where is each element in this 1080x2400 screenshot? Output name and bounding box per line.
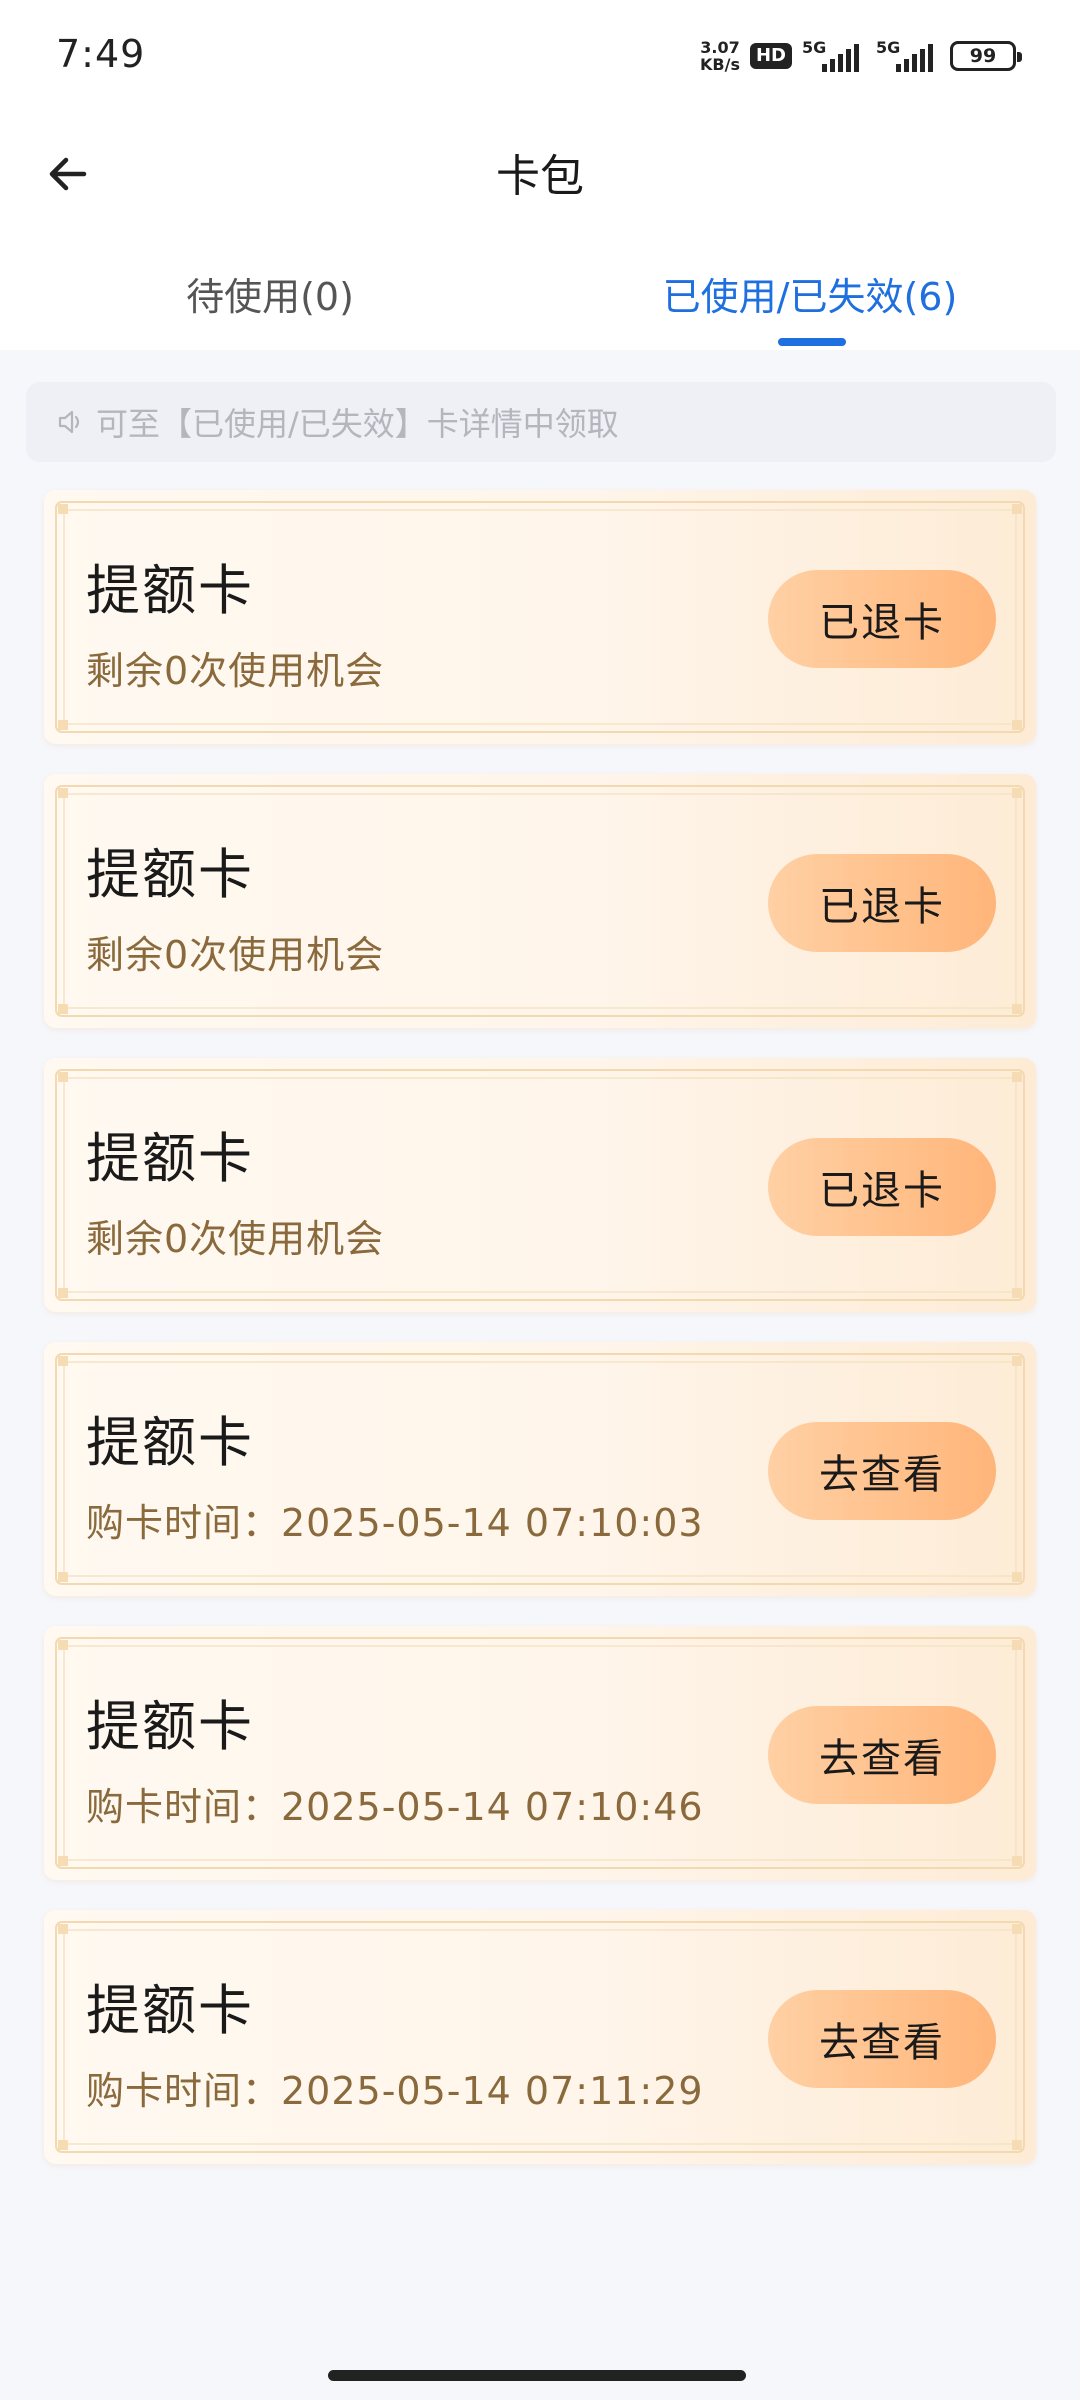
card-subtitle: 剩余0次使用机会	[86, 1217, 385, 1261]
card-item[interactable]: 提额卡 剩余0次使用机会 已退卡	[44, 490, 1036, 744]
tab-bar: 待使用(0) 已使用/已失效(6)	[0, 230, 1080, 350]
status-bar: 7:49 3.07 KB/s HD 5G 5G 99	[0, 0, 1080, 120]
view-button[interactable]: 去查看	[768, 1422, 996, 1520]
speaker-icon	[58, 410, 80, 434]
view-button[interactable]: 去查看	[768, 1706, 996, 1804]
network-speed: 3.07 KB/s	[700, 39, 740, 73]
card-item[interactable]: 提额卡 剩余0次使用机会 已退卡	[44, 774, 1036, 1028]
card-list: 提额卡 剩余0次使用机会 已退卡 提额卡 剩余0次使用机会 已退卡 提额卡 剩余…	[44, 490, 1036, 2194]
card-status-button[interactable]: 已退卡	[768, 854, 996, 952]
page-title: 卡包	[496, 151, 584, 202]
hd-icon: HD	[749, 43, 792, 69]
card-subtitle: 购卡时间：2025-05-14 07:11:29	[86, 2069, 704, 2113]
network-speed-unit: KB/s	[700, 55, 740, 74]
view-button[interactable]: 去查看	[768, 1990, 996, 2088]
status-icons: 3.07 KB/s HD 5G 5G 99	[700, 36, 1022, 76]
card-subtitle: 购卡时间：2025-05-14 07:10:03	[86, 1501, 704, 1545]
tab-used-expired[interactable]: 已使用/已失效(6)	[540, 266, 1080, 321]
network-speed-value: 3.07	[700, 38, 740, 57]
card-subtitle: 剩余0次使用机会	[86, 649, 385, 693]
card-title: 提额卡	[86, 843, 254, 906]
battery-icon: 99	[950, 41, 1022, 71]
card-item[interactable]: 提额卡 购卡时间：2025-05-14 07:10:46 去查看	[44, 1626, 1036, 1880]
card-title: 提额卡	[86, 1695, 254, 1758]
card-subtitle: 剩余0次使用机会	[86, 933, 385, 977]
signal-icon-sim2: 5G	[876, 38, 940, 74]
card-title: 提额卡	[86, 1411, 254, 1474]
card-item[interactable]: 提额卡 购卡时间：2025-05-14 07:11:29 去查看	[44, 1910, 1036, 2164]
main-content[interactable]: 可至【已使用/已失效】卡详情中领取 提额卡 剩余0次使用机会 已退卡 提额卡 剩…	[0, 350, 1080, 2400]
header: 卡包	[0, 120, 1080, 220]
signal-icon-sim1: 5G	[802, 38, 866, 74]
card-title: 提额卡	[86, 1979, 254, 2042]
tab-unused[interactable]: 待使用(0)	[0, 266, 540, 321]
notice-bar: 可至【已使用/已失效】卡详情中领取	[26, 382, 1056, 462]
tab-active-indicator	[778, 338, 846, 346]
card-item[interactable]: 提额卡 剩余0次使用机会 已退卡	[44, 1058, 1036, 1312]
card-title: 提额卡	[86, 559, 254, 622]
card-item[interactable]: 提额卡 购卡时间：2025-05-14 07:10:03 去查看	[44, 1342, 1036, 1596]
card-title: 提额卡	[86, 1127, 254, 1190]
card-status-button[interactable]: 已退卡	[768, 1138, 996, 1236]
card-subtitle: 购卡时间：2025-05-14 07:10:46	[86, 1785, 704, 1829]
card-status-button[interactable]: 已退卡	[768, 570, 996, 668]
notice-text: 可至【已使用/已失效】卡详情中领取	[96, 405, 619, 443]
status-time: 7:49	[56, 32, 146, 76]
home-indicator[interactable]	[328, 2370, 746, 2381]
